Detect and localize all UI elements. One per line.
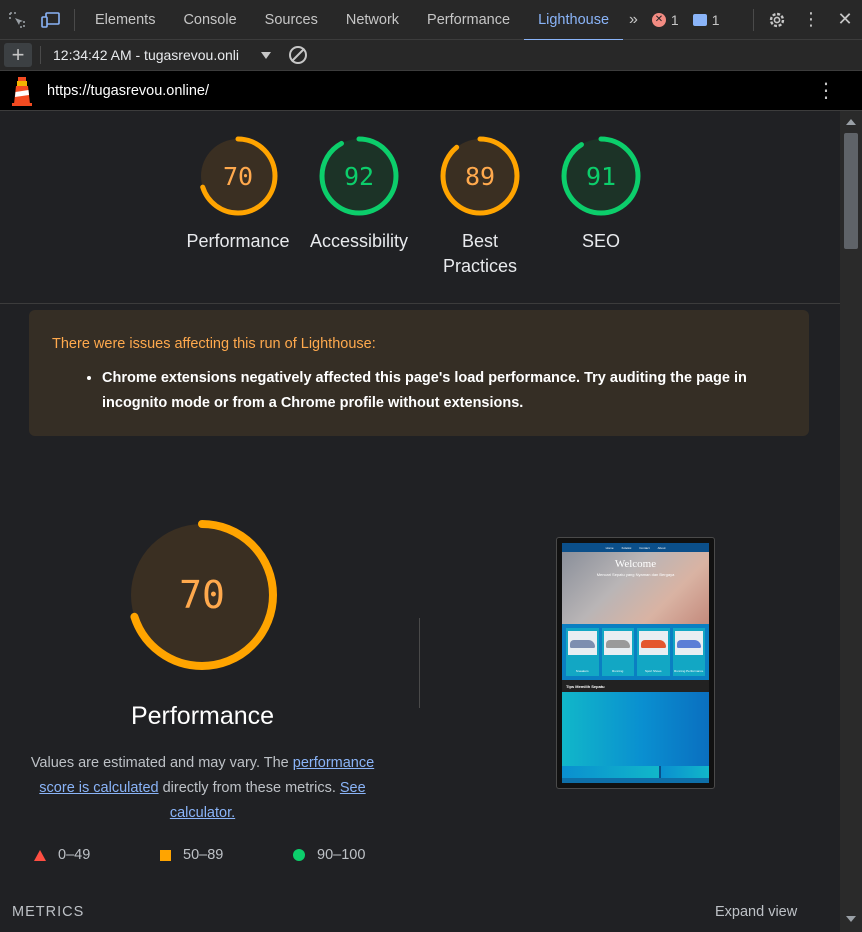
gauge-score: 70	[222, 161, 254, 191]
gauge-label: Performance	[186, 231, 290, 251]
scroll-up-arrow-icon[interactable]	[846, 119, 856, 125]
thumbnail-product-label: Running	[612, 669, 624, 673]
thumbnail-hero: Welcome Mencari Sepatu yang Nyaman dan B…	[562, 552, 709, 624]
report-menu-icon[interactable]: ⋮	[816, 81, 836, 101]
vertical-divider	[419, 618, 420, 708]
thumbnail-nav-item: About	[657, 545, 666, 550]
tabbar-divider	[74, 8, 75, 31]
tab-console[interactable]: Console	[169, 0, 250, 40]
warning-item: Chrome extensions negatively affected th…	[102, 366, 786, 416]
thumbnail-product-label: Sport Shoes	[644, 669, 662, 673]
message-count: 1	[711, 11, 720, 28]
clear-reports-icon[interactable]	[289, 46, 307, 64]
run-warnings: There were issues affecting this run of …	[29, 310, 809, 436]
gauge-seo[interactable]: 91 SEO	[546, 135, 656, 254]
gauge-ring: 92	[318, 135, 400, 217]
report-url[interactable]: https://tugasrevou.online/	[47, 83, 209, 99]
thumbnail-heading: Welcome	[614, 558, 657, 570]
warning-title: There were issues affecting this run of …	[52, 336, 376, 352]
legend-fail-label: 0–49	[58, 847, 91, 863]
thumbnail-product-card: Sneakers	[566, 628, 599, 676]
gauge-score: 91	[585, 161, 617, 191]
thumbnail-products: Sneakers Running Sport Shoes Running Per…	[562, 624, 709, 680]
error-count: 1	[670, 11, 679, 28]
thumbnail-page: Home Koleksi Contact About Welcome Menca…	[562, 543, 709, 783]
legend-average: 50–89	[160, 847, 223, 863]
thumbnail-banner	[562, 692, 709, 766]
scroll-down-arrow-icon[interactable]	[846, 916, 856, 922]
toolbar-divider	[40, 46, 41, 64]
tab-sources[interactable]: Sources	[251, 0, 332, 40]
vertical-scrollbar[interactable]	[840, 111, 862, 932]
tab-performance[interactable]: Performance	[413, 0, 524, 40]
chevron-down-icon[interactable]	[261, 51, 271, 59]
circle-icon	[293, 849, 305, 861]
performance-score: 70	[179, 573, 225, 617]
legend-average-label: 50–89	[183, 847, 224, 863]
page-screenshot-thumbnail[interactable]: Home Koleksi Contact About Welcome Menca…	[556, 537, 715, 789]
inspect-element-icon[interactable]	[0, 0, 34, 40]
settings-gear-icon[interactable]	[760, 0, 794, 40]
performance-title: Performance	[130, 702, 275, 730]
expand-view-toggle[interactable]: Expand view	[715, 904, 797, 920]
scrollbar-thumb[interactable]	[844, 133, 858, 249]
gauge-performance[interactable]: 70 Performance	[183, 135, 293, 254]
thumbnail-nav: Home Koleksi Contact About	[562, 543, 709, 552]
gauge-score: 89	[464, 161, 496, 191]
gauge-label: SEO	[581, 231, 620, 251]
score-legend: 0–49 50–89 90–100	[34, 847, 414, 867]
thumbnail-product-card: Running Performance	[672, 628, 705, 676]
error-icon: ✕	[651, 12, 666, 27]
warning-list: Chrome extensions negatively affected th…	[102, 366, 786, 416]
thumbnail-product-card: Sport Shoes	[637, 628, 670, 676]
devtools-tabbar: Elements Console Sources Network Perform…	[0, 0, 862, 41]
note-text: Values are estimated and may vary. The	[30, 755, 293, 771]
note-text-middle: directly from these metrics.	[158, 780, 340, 796]
score-note: Values are estimated and may vary. The p…	[20, 751, 385, 826]
more-tabs-icon[interactable]: »	[623, 11, 644, 29]
score-gauges: 70 Performance 92 Accessibility 89 Best …	[0, 135, 840, 281]
gauge-score: 92	[343, 161, 375, 191]
lighthouse-logo-icon	[12, 76, 32, 106]
thumbnail-product-card: Running	[601, 628, 634, 676]
thumbnail-product-label: Sneakers	[575, 669, 589, 673]
thumbnail-footer	[562, 766, 709, 778]
more-options-icon[interactable]: ⋮	[794, 0, 828, 40]
metrics-heading: METRICS	[12, 904, 85, 920]
new-report-button[interactable]: +	[4, 43, 32, 67]
thumbnail-product-label: Running Performance	[674, 669, 704, 673]
gauge-label: Best Practices	[442, 231, 518, 276]
error-badge[interactable]: ✕ 1	[651, 11, 679, 28]
section-divider	[0, 303, 840, 304]
thumbnail-nav-item: Koleksi	[621, 545, 632, 550]
lighthouse-toolbar: + 12:34:42 AM - tugasrevou.onli	[0, 40, 862, 71]
legend-fail: 0–49	[34, 847, 90, 863]
tab-elements[interactable]: Elements	[81, 0, 169, 40]
square-icon	[160, 849, 171, 861]
gauge-ring: 91	[560, 135, 642, 217]
gauge-best-practices[interactable]: 89 Best Practices	[425, 135, 535, 279]
device-toolbar-icon[interactable]	[34, 0, 68, 40]
message-badge[interactable]: 1	[692, 11, 720, 28]
lighthouse-report: 70 Performance 92 Accessibility 89 Best …	[0, 111, 840, 932]
gauge-ring: 89	[439, 135, 521, 217]
thumbnail-nav-item: Contact	[639, 545, 650, 550]
thumbnail-section-title: Tips Memilih Sepatu	[562, 680, 709, 692]
legend-pass-label: 90–100	[317, 847, 366, 863]
close-icon[interactable]: ✕	[828, 0, 862, 40]
thumbnail-nav-item: Home	[605, 545, 614, 550]
report-url-bar: https://tugasrevou.online/ ⋮	[0, 71, 862, 111]
performance-gauge-large: 70	[126, 519, 278, 671]
gauge-label: Accessibility	[309, 231, 409, 251]
gauge-accessibility[interactable]: 92 Accessibility	[304, 135, 414, 254]
legend-pass: 90–100	[293, 847, 365, 863]
report-select[interactable]: 12:34:42 AM - tugasrevou.onli	[53, 47, 259, 63]
triangle-icon	[34, 849, 46, 861]
thumbnail-subheading: Mencari Sepatu yang Nyaman dan Bergaya	[596, 572, 675, 577]
tab-lighthouse[interactable]: Lighthouse	[524, 0, 623, 41]
tabbar-divider-right	[753, 8, 754, 31]
gauge-ring: 70	[197, 135, 279, 217]
message-icon	[692, 13, 707, 26]
tab-network[interactable]: Network	[332, 0, 413, 40]
